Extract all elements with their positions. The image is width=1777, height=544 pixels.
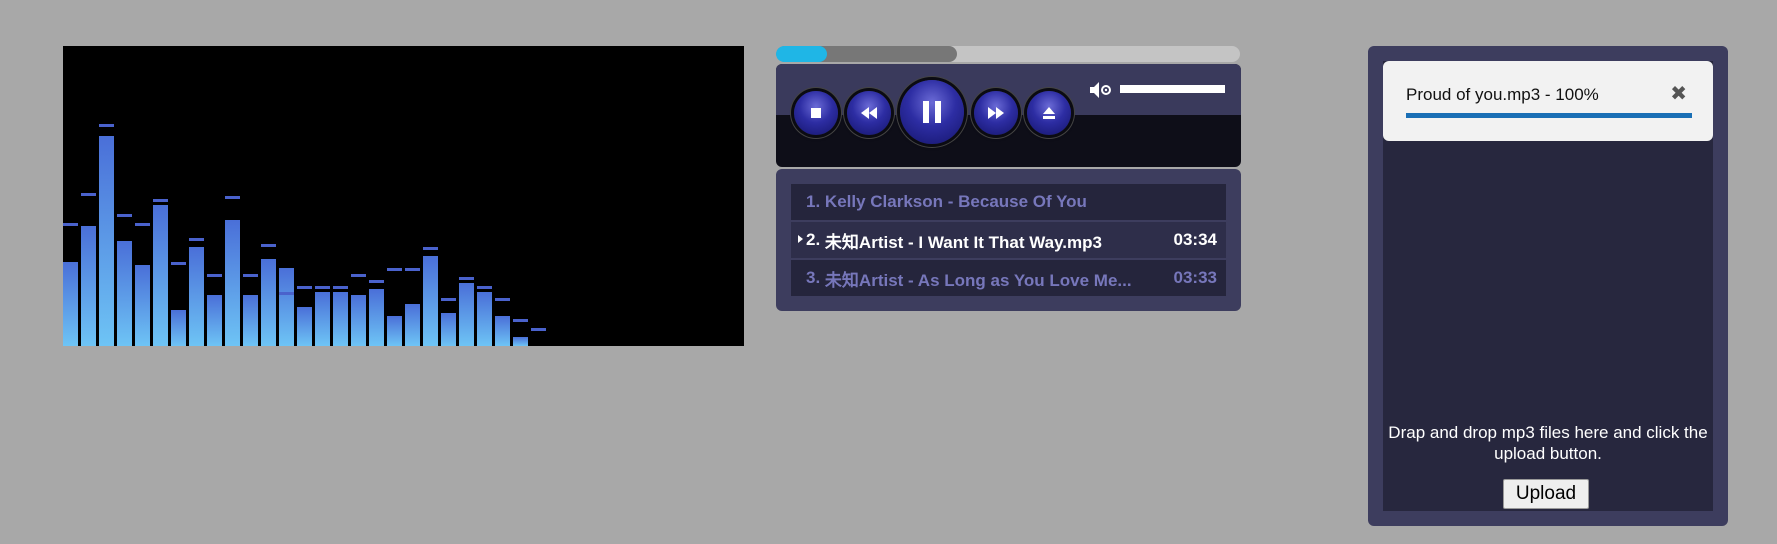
spectrum-peak <box>531 328 546 331</box>
upload-progress-bar <box>1406 113 1692 118</box>
volume-slider[interactable] <box>1120 85 1225 93</box>
rewind-button[interactable] <box>847 91 891 135</box>
spectrum-bar <box>261 259 276 346</box>
playlist: 1. Kelly Clarkson - Because Of You 2. 未知… <box>776 169 1241 311</box>
spectrum-peak <box>459 277 474 280</box>
spectrum-peak <box>117 214 132 217</box>
spectrum-bar <box>279 268 294 346</box>
spectrum-peak <box>243 274 258 277</box>
spectrum-peak <box>477 286 492 289</box>
spectrum-peak <box>369 280 384 283</box>
playlist-item-active[interactable]: 2. 未知Artist - I Want It That Way.mp3 03:… <box>791 222 1226 258</box>
spectrum-peak <box>513 319 528 322</box>
eject-button[interactable] <box>1027 91 1071 135</box>
eject-icon <box>1042 106 1056 120</box>
spectrum-bar <box>117 241 132 346</box>
upload-file-label: Proud of you.mp3 - 100% <box>1406 85 1599 104</box>
spectrum-bar <box>171 310 186 346</box>
spectrum-bar <box>99 136 114 346</box>
fast-forward-button[interactable] <box>974 91 1018 135</box>
spectrum-bar <box>477 292 492 346</box>
spectrum-bar <box>459 283 474 346</box>
upload-progress-fill <box>1406 113 1692 118</box>
spectrum-peak <box>99 124 114 127</box>
spectrum-visualizer <box>63 46 744 346</box>
spectrum-bar <box>135 265 150 346</box>
stop-icon <box>810 107 822 119</box>
spectrum-bar <box>333 292 348 346</box>
track-title: 未知Artist - I Want It That Way.mp3 <box>824 232 1102 252</box>
spectrum-peak <box>387 268 402 271</box>
spectrum-bar <box>351 295 366 346</box>
spectrum-bar <box>369 289 384 346</box>
spectrum-bar <box>243 295 258 346</box>
playlist-item[interactable]: 3. 未知Artist - As Long as You Love Me... … <box>791 260 1226 296</box>
upload-panel: Proud of you.mp3 - 100% ✖ Drap and drop … <box>1368 46 1728 526</box>
track-number: 3. <box>806 268 821 287</box>
rewind-icon <box>860 107 878 119</box>
spectrum-peak <box>279 292 294 295</box>
fast-forward-icon <box>987 107 1005 119</box>
spectrum-peak <box>405 268 420 271</box>
spectrum-bars <box>63 124 546 346</box>
pause-icon <box>921 100 943 124</box>
spectrum-bar <box>405 304 420 346</box>
spectrum-peak <box>261 244 276 247</box>
track-title: Kelly Clarkson - Because Of You <box>824 192 1087 211</box>
spectrum-bar <box>297 307 312 346</box>
volume-icon[interactable] <box>1088 80 1114 105</box>
spectrum-peak <box>225 196 240 199</box>
spectrum-bar <box>207 295 222 346</box>
stop-button[interactable] <box>794 91 838 135</box>
spectrum-bar <box>189 247 204 346</box>
track-number: 1. <box>806 192 821 211</box>
spectrum-bar <box>387 316 402 346</box>
spectrum-bar <box>441 313 456 346</box>
track-title: 未知Artist - As Long as You Love Me... <box>824 270 1132 290</box>
drop-instructions: Drap and drop mp3 files here and click t… <box>1388 423 1708 463</box>
spectrum-peak <box>153 199 168 202</box>
spectrum-peak <box>81 193 96 196</box>
pause-button[interactable] <box>900 80 964 144</box>
spectrum-peak <box>333 286 348 289</box>
spectrum-peak <box>189 238 204 241</box>
spectrum-bar <box>63 262 78 346</box>
track-number: 2. <box>806 230 821 249</box>
spectrum-peak <box>423 247 438 250</box>
spectrum-peak <box>351 274 366 277</box>
track-duration: 03:34 <box>1173 230 1217 249</box>
spectrum-peak <box>297 286 312 289</box>
spectrum-peak <box>495 298 510 301</box>
spectrum-peak <box>63 223 78 226</box>
spectrum-peak <box>441 298 456 301</box>
played-progress <box>776 46 828 62</box>
spectrum-bar <box>495 316 510 346</box>
spectrum-bar <box>81 226 96 346</box>
spectrum-bar <box>423 256 438 346</box>
seek-bar[interactable] <box>776 46 1240 62</box>
spectrum-peak <box>315 286 330 289</box>
player-controls <box>776 64 1241 167</box>
upload-button[interactable]: Upload <box>1503 479 1589 509</box>
spectrum-peak <box>135 223 150 226</box>
upload-item: Proud of you.mp3 - 100% ✖ <box>1383 61 1713 141</box>
spectrum-bar <box>225 220 240 346</box>
track-duration: 03:33 <box>1173 268 1217 287</box>
spectrum-bar <box>315 292 330 346</box>
playlist-item[interactable]: 1. Kelly Clarkson - Because Of You <box>791 184 1226 220</box>
spectrum-bar <box>153 205 168 346</box>
spectrum-peak <box>171 262 186 265</box>
close-icon[interactable]: ✖ <box>1670 81 1687 106</box>
now-playing-icon <box>798 235 803 243</box>
spectrum-peak <box>207 274 222 277</box>
spectrum-bar <box>513 337 528 346</box>
